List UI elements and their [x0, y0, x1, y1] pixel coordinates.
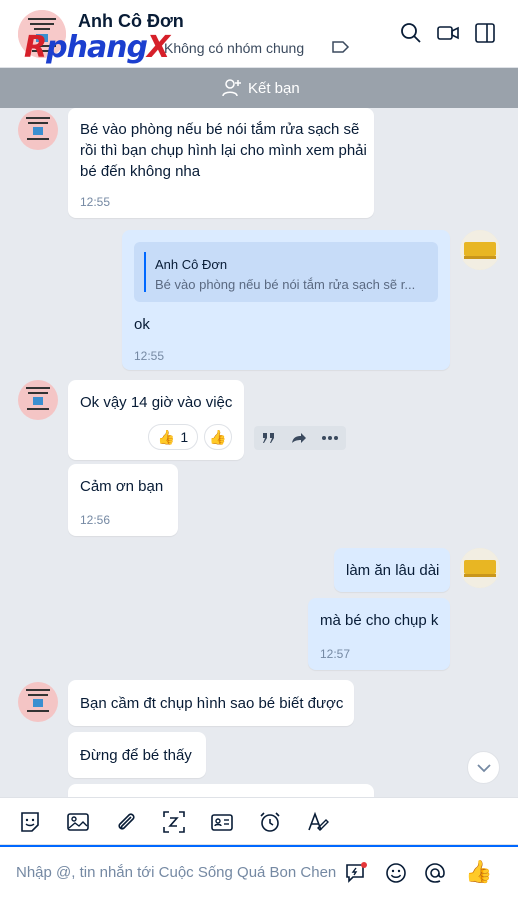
contact-card-icon[interactable] [210, 810, 234, 834]
quote-text: Bé vào phòng nếu bé nói tắm rửa sạch sẽ … [155, 277, 416, 292]
quick-message-icon[interactable] [344, 861, 368, 885]
message-text: Cảm ơn bạn [80, 478, 164, 495]
forward-icon[interactable] [291, 431, 307, 445]
my-avatar[interactable] [460, 548, 500, 588]
quote-sender: Anh Cô Đơn [155, 257, 228, 272]
my-avatar[interactable] [460, 230, 500, 270]
composer-toolbar [0, 797, 518, 845]
message-text: Bạn cầm đt chụp hình sao bé biết được [80, 695, 344, 712]
thumbs-up-icon: 👍 [209, 428, 227, 445]
chat-message-list[interactable]: Bé vào phòng nếu bé nói tắm rửa sạch sẽ … [0, 108, 518, 797]
contact-avatar-small[interactable] [18, 380, 58, 420]
thumbs-up-icon: 👍 [157, 428, 176, 445]
outgoing-message[interactable]: Anh Cô Đơn Bé vào phòng nếu bé nói tắm r… [122, 230, 450, 370]
outgoing-message[interactable]: làm ăn lâu dài [334, 548, 450, 592]
message-composer: 👍 [0, 845, 518, 897]
message-time: 12:55 [80, 195, 111, 209]
contact-name[interactable]: Anh Cô Đơn [78, 11, 184, 32]
more-options-icon[interactable] [321, 435, 339, 441]
quote-bar [144, 252, 146, 292]
chevron-down-icon [476, 763, 491, 772]
chat-header: Anh Cô Đơn Không có nhóm chung RphangX [0, 0, 518, 68]
text-format-icon[interactable] [306, 810, 330, 834]
watermark-logo: RphangX [24, 30, 170, 65]
react-like-button[interactable]: 👍 [204, 424, 232, 450]
quoted-message[interactable]: Anh Cô Đơn Bé vào phòng nếu bé nói tắm r… [134, 242, 438, 302]
search-icon[interactable] [400, 22, 422, 44]
add-friend-bar: Kết bạn [0, 68, 518, 108]
message-input[interactable] [16, 859, 336, 885]
message-text: Bé vào phòng nếu bé nói tắm rửa sạch sẽ … [80, 121, 367, 180]
reaction-summary[interactable]: 👍 1 [148, 424, 198, 450]
message-text: Đừng để bé thấy [80, 747, 192, 764]
message-time: 12:56 [80, 513, 111, 527]
message-text: làm ăn lâu dài [346, 562, 440, 579]
screenshot-icon[interactable] [162, 810, 186, 834]
incoming-message[interactable] [68, 784, 374, 797]
emoji-icon[interactable] [384, 861, 408, 885]
tag-icon[interactable] [332, 40, 350, 54]
outgoing-message[interactable]: mà bé cho chụp k 12:57 [308, 598, 450, 670]
message-text: Ok vậy 14 giờ vào việc [80, 394, 233, 411]
contact-avatar-small[interactable] [18, 110, 58, 150]
sidebar-toggle-icon[interactable] [474, 22, 496, 44]
message-text: ok [134, 316, 150, 333]
quote-reply-icon[interactable] [261, 431, 277, 445]
video-call-icon[interactable] [437, 22, 459, 44]
add-friend-button[interactable]: Kết bạn [222, 78, 300, 98]
add-friend-label: Kết bạn [248, 79, 300, 97]
contact-avatar-small[interactable] [18, 682, 58, 722]
message-actions [254, 426, 346, 450]
message-time: 12:57 [320, 647, 351, 661]
message-text: mà bé cho chụp k [320, 612, 439, 629]
incoming-message[interactable]: Ok vậy 14 giờ vào việc 👍 1 👍 [68, 380, 244, 460]
incoming-message[interactable]: Cảm ơn bạn 12:56 [68, 464, 178, 536]
reaction-count: 1 [180, 428, 189, 445]
incoming-message[interactable]: Bạn cầm đt chụp hình sao bé biết được [68, 680, 354, 726]
message-time: 12:55 [134, 349, 165, 363]
incoming-message[interactable]: Đừng để bé thấy [68, 732, 206, 778]
mention-icon[interactable] [423, 861, 447, 885]
like-icon[interactable]: 👍 [465, 859, 492, 884]
add-user-icon [222, 79, 241, 97]
sticker-icon[interactable] [18, 810, 42, 834]
mutual-groups-text: Không có nhóm chung [164, 40, 305, 56]
scroll-to-bottom-button[interactable] [467, 751, 500, 784]
image-icon[interactable] [66, 810, 90, 834]
reminder-icon[interactable] [258, 810, 282, 834]
incoming-message[interactable]: Bé vào phòng nếu bé nói tắm rửa sạch sẽ … [68, 108, 374, 218]
attachment-icon[interactable] [114, 810, 138, 834]
